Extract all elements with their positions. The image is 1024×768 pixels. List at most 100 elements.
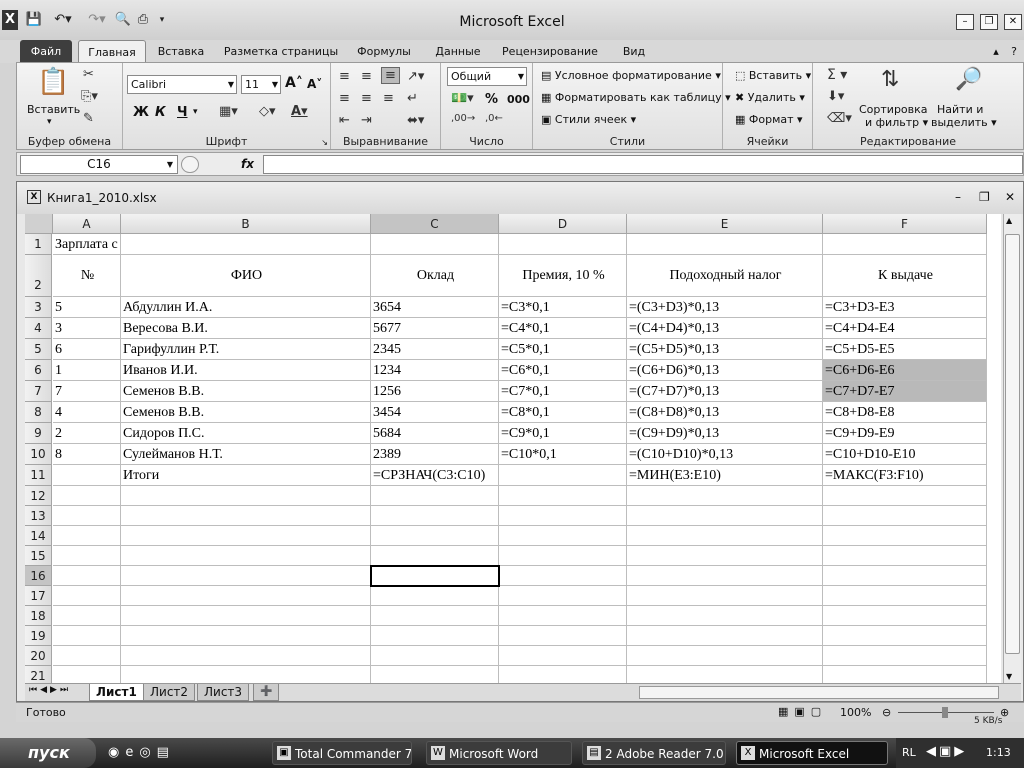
row-header-15[interactable]: 15	[25, 546, 52, 566]
sort-filter-icon[interactable]: ⇅	[881, 67, 899, 92]
cell-e8[interactable]: =(C8+D8)*0,13	[627, 402, 823, 423]
language-indicator[interactable]: RL	[902, 746, 916, 759]
cell-e5[interactable]: =(C5+D5)*0,13	[627, 339, 823, 360]
number-format-select[interactable]: Общий ▼	[447, 67, 527, 86]
delete-cells-button[interactable]: ✖ Удалить ▾	[735, 91, 805, 104]
ribbon-minimize-icon[interactable]: ▴	[988, 40, 1004, 63]
cell-e12[interactable]	[627, 486, 823, 506]
cell-e9[interactable]: =(C9+D9)*0,13	[627, 423, 823, 444]
cell-e2[interactable]: Подоходный налог	[627, 255, 823, 297]
cell-b6[interactable]: Иванов И.И.	[121, 360, 371, 381]
cell-b18[interactable]	[121, 606, 371, 626]
help-icon[interactable]: ?	[1006, 40, 1022, 63]
cell-f8[interactable]: =C8+D8-E8	[823, 402, 987, 423]
cell-c7[interactable]: 1256	[371, 381, 499, 402]
cell-b4[interactable]: Вересова В.И.	[121, 318, 371, 339]
row-header-10[interactable]: 10	[25, 444, 52, 465]
font-dialog-launcher-icon[interactable]: ↘	[321, 138, 328, 147]
increase-decimal-icon[interactable]: ,00→	[451, 113, 475, 124]
taskbar-item-adobe-reader[interactable]: ▤ 2 Adobe Reader 7.0	[582, 741, 726, 765]
workbook-minimize-button[interactable]: –	[955, 190, 961, 204]
cell-e14[interactable]	[627, 526, 823, 546]
cell-a14[interactable]	[53, 526, 121, 546]
column-header-d[interactable]: D	[499, 214, 627, 234]
cell-b9[interactable]: Сидоров П.С.	[121, 423, 371, 444]
find-select-button-line2[interactable]: выделить ▾	[931, 116, 997, 129]
cell-c13[interactable]	[371, 506, 499, 526]
cell-c14[interactable]	[371, 526, 499, 546]
autosum-icon[interactable]: Σ ▾	[827, 67, 847, 83]
paste-icon[interactable]: 📋	[37, 67, 69, 97]
row-header-6[interactable]: 6	[25, 360, 52, 381]
zoom-level[interactable]: 100%	[840, 706, 871, 719]
cell-f11[interactable]: =МАКС(F3:F10)	[823, 465, 987, 486]
taskbar-item-total-commander[interactable]: ▣ Total Commander 7....	[272, 741, 412, 765]
cell-f19[interactable]	[823, 626, 987, 646]
cell-a13[interactable]	[53, 506, 121, 526]
cell-e3[interactable]: =(C3+D3)*0,13	[627, 297, 823, 318]
view-buttons[interactable]: ▦▣▢	[778, 705, 827, 718]
row-header-16[interactable]: 16	[25, 566, 52, 586]
copy-icon[interactable]: ⎘▾	[81, 89, 98, 104]
cell-c11[interactable]: =СРЗНАЧ(C3:C10)	[371, 465, 499, 486]
spreadsheet-grid[interactable]: ABCDEF 1 2 3 4 5 6 7 8 9 10 11 12 13 14 15 16 17 18 19 20 21…	[25, 214, 1001, 683]
insert-cells-button[interactable]: ⬚ Вставить ▾	[735, 69, 811, 82]
column-header-e[interactable]: E	[627, 214, 823, 234]
tab-file[interactable]: Файл	[20, 40, 72, 63]
cell-a2[interactable]: №	[53, 255, 121, 297]
restore-button[interactable]: ❐	[980, 14, 998, 30]
row-header-20[interactable]: 20	[25, 646, 52, 666]
sheet-tab-3[interactable]: Лист3	[197, 684, 250, 701]
cell-d4[interactable]: =C4*0,1	[499, 318, 627, 339]
cell-b1[interactable]	[121, 234, 371, 255]
row-header-13[interactable]: 13	[25, 506, 52, 526]
cell-c18[interactable]	[371, 606, 499, 626]
horizontal-scrollbar[interactable]	[639, 686, 999, 699]
cell-f14[interactable]	[823, 526, 987, 546]
cell-d5[interactable]: =C5*0,1	[499, 339, 627, 360]
row-header-11[interactable]: 11	[25, 465, 52, 486]
grow-font-icon[interactable]: A˄	[285, 75, 303, 91]
sort-filter-button[interactable]: Сортировка	[859, 103, 928, 116]
row-header-21[interactable]: 21	[25, 666, 52, 683]
zoom-slider-thumb[interactable]	[942, 707, 948, 718]
cell-e4[interactable]: =(C4+D4)*0,13	[627, 318, 823, 339]
cell-styles-button[interactable]: ▣ Стили ячеек ▾	[541, 113, 636, 126]
cell-b15[interactable]	[121, 546, 371, 566]
increase-indent-icon[interactable]: ⇥	[361, 113, 372, 128]
cell-a7[interactable]: 7	[53, 381, 121, 402]
cell-d15[interactable]	[499, 546, 627, 566]
cell-b21[interactable]	[121, 666, 371, 683]
align-top-icon[interactable]: ≡	[339, 69, 350, 84]
shrink-font-icon[interactable]: A˅	[307, 77, 322, 91]
cell-c8[interactable]: 3454	[371, 402, 499, 423]
cell-a8[interactable]: 4	[53, 402, 121, 423]
cell-e6[interactable]: =(C6+D6)*0,13	[627, 360, 823, 381]
row-header-19[interactable]: 19	[25, 626, 52, 646]
cell-f17[interactable]	[823, 586, 987, 606]
cell-b13[interactable]	[121, 506, 371, 526]
row-header-18[interactable]: 18	[25, 606, 52, 626]
cell-b17[interactable]	[121, 586, 371, 606]
clear-icon[interactable]: ⌫▾	[827, 111, 852, 126]
fill-color-icon[interactable]: ◇▾	[259, 104, 276, 119]
cell-a16[interactable]	[53, 566, 121, 586]
cell-a15[interactable]	[53, 546, 121, 566]
close-button[interactable]: ✕	[1004, 14, 1022, 30]
row-header-17[interactable]: 17	[25, 586, 52, 606]
cell-e10[interactable]: =(C10+D10)*0,13	[627, 444, 823, 465]
select-all-button[interactable]	[25, 214, 53, 234]
row-header-12[interactable]: 12	[25, 486, 52, 506]
vertical-scrollbar[interactable]: ▲ ▼	[1003, 214, 1021, 683]
tab-formulas[interactable]: Формулы	[350, 40, 418, 63]
chevron-down-icon[interactable]: ▼	[167, 156, 173, 173]
cell-d13[interactable]	[499, 506, 627, 526]
tray-icons[interactable]: ◀▣▶	[926, 744, 967, 759]
cell-c2[interactable]: Оклад	[371, 255, 499, 297]
format-as-table-button[interactable]: ▦ Форматировать как таблицу ▾	[541, 91, 731, 104]
align-middle-icon[interactable]: ≡	[361, 69, 372, 84]
cell-e13[interactable]	[627, 506, 823, 526]
cell-a11[interactable]	[53, 465, 121, 486]
format-cells-button[interactable]: ▦ Формат ▾	[735, 113, 803, 126]
cell-c4[interactable]: 5677	[371, 318, 499, 339]
